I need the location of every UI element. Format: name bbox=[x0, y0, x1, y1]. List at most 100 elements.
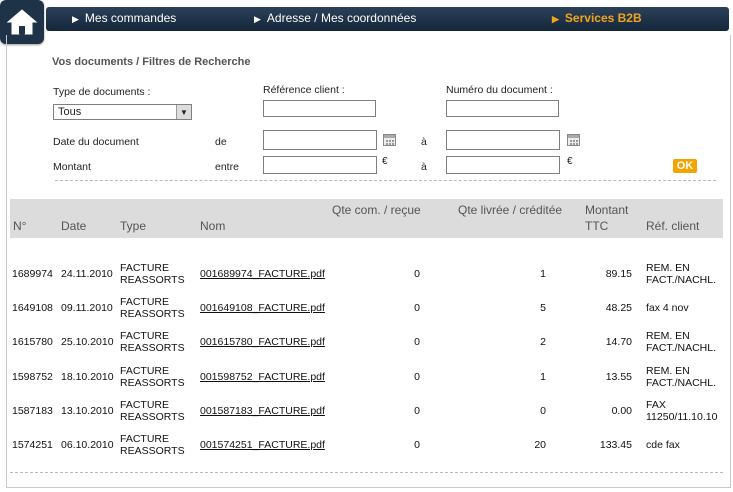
cell-num: 1649108 bbox=[12, 302, 53, 314]
cell-ref: FAX bbox=[646, 399, 666, 411]
calendar-icon[interactable] bbox=[567, 134, 580, 146]
cell-file-link[interactable]: 001587183_FACTURE.pdf bbox=[200, 405, 325, 417]
cell-qty-delivered: 1 bbox=[540, 268, 546, 280]
ref-label: Référence client : bbox=[263, 84, 345, 96]
calendar-icon[interactable] bbox=[383, 134, 396, 146]
nav-item-services-b2b[interactable]: ▶ Services B2B bbox=[552, 11, 642, 25]
col-header-amount-ttc: TTC bbox=[585, 219, 609, 233]
cell-file-link[interactable]: 001574251_FACTURE.pdf bbox=[200, 439, 325, 451]
top-nav-bar: ▶ Mes commandes ▶ Adresse / Mes coordonnée… bbox=[46, 7, 729, 31]
cell-type: REASSORTS bbox=[120, 342, 185, 354]
date-from-label: de bbox=[215, 136, 227, 148]
cell-qty-ordered: 0 bbox=[414, 439, 420, 451]
amount-to-label: à bbox=[421, 161, 427, 173]
cell-file-link[interactable]: 001689974_FACTURE.pdf bbox=[200, 268, 325, 280]
col-header-date: Date bbox=[61, 219, 87, 233]
date-to-label: à bbox=[421, 136, 427, 148]
cell-ref: REM. EN bbox=[646, 262, 690, 274]
client-reference-input[interactable] bbox=[263, 100, 376, 117]
col-header-amount: Montant bbox=[585, 203, 629, 217]
divider bbox=[10, 472, 723, 473]
cell-ref: fax 4 nov bbox=[646, 302, 689, 314]
cell-amount: 14.70 bbox=[605, 336, 632, 348]
cell-qty-delivered: 2 bbox=[540, 336, 546, 348]
divider bbox=[55, 180, 716, 181]
ok-button[interactable]: OK bbox=[673, 159, 697, 173]
cell-type: FACTURE bbox=[120, 399, 170, 411]
cell-num: 1689974 bbox=[12, 268, 53, 280]
cell-amount: 48.25 bbox=[605, 302, 632, 314]
cell-amount: 13.55 bbox=[605, 371, 632, 383]
cell-type: REASSORTS bbox=[120, 445, 185, 457]
amount-between-label: entre bbox=[215, 161, 239, 173]
col-header-name: Nom bbox=[200, 219, 226, 233]
cell-qty-ordered: 0 bbox=[414, 405, 420, 417]
date-label: Date du document bbox=[53, 136, 139, 148]
col-header-num: N° bbox=[13, 219, 27, 233]
cell-type: FACTURE bbox=[120, 296, 170, 308]
document-type-select[interactable]: Tous ▼ bbox=[53, 104, 192, 120]
table-header: N° Date Type Nom Qte com. / reçue Qte li… bbox=[10, 199, 723, 238]
euro-symbol: € bbox=[567, 156, 573, 167]
table-row: 1689974 24.11.2010 FACTURE REASSORTS 0016899… bbox=[10, 257, 723, 291]
cell-date: 24.11.2010 bbox=[61, 268, 113, 280]
cell-qty-delivered: 1 bbox=[540, 371, 546, 383]
cell-date: 06.10.2010 bbox=[61, 439, 114, 451]
cell-type: REASSORTS bbox=[120, 377, 185, 389]
chevron-right-icon: ▶ bbox=[552, 14, 559, 24]
cell-file-link[interactable]: 001615780_FACTURE.pdf bbox=[200, 336, 325, 348]
table-row: 1587183 13.10.2010 FACTURE REASSORTS 0015871… bbox=[10, 394, 723, 428]
chevron-right-icon: ▶ bbox=[254, 14, 261, 24]
cell-type: REASSORTS bbox=[120, 308, 185, 320]
date-to-input[interactable] bbox=[446, 130, 560, 150]
cell-amount: 133.45 bbox=[599, 439, 632, 451]
date-from-input[interactable] bbox=[263, 130, 377, 150]
cell-num: 1615780 bbox=[12, 336, 53, 348]
cell-qty-delivered: 5 bbox=[540, 302, 546, 314]
home-icon bbox=[6, 9, 38, 35]
cell-file-link[interactable]: 001649108_FACTURE.pdf bbox=[200, 302, 325, 314]
cell-qty-ordered: 0 bbox=[414, 371, 420, 383]
cell-ref: FACT./NACHL. bbox=[646, 377, 717, 389]
cell-type: FACTURE bbox=[120, 262, 170, 274]
num-label: Numéro du document : bbox=[446, 84, 553, 96]
section-title: Vos documents / Filtres de Recherche bbox=[52, 56, 251, 68]
cell-type: FACTURE bbox=[120, 330, 170, 342]
chevron-right-icon: ▶ bbox=[72, 14, 79, 24]
amount-to-input[interactable] bbox=[446, 156, 560, 174]
cell-qty-delivered: 20 bbox=[534, 439, 546, 451]
nav-item-adresse[interactable]: ▶ Adresse / Mes coordonnées bbox=[254, 11, 416, 25]
col-header-qty-delivered: Qte livrée / créditée bbox=[458, 203, 563, 217]
cell-amount: 0.00 bbox=[611, 405, 632, 417]
cell-type: FACTURE bbox=[120, 365, 170, 377]
table-row: 1649108 09.11.2010 FACTURE REASSORTS 0016491… bbox=[10, 291, 723, 325]
cell-num: 1587183 bbox=[12, 405, 53, 417]
cell-type: FACTURE bbox=[120, 433, 170, 445]
table-row: 1598752 18.10.2010 FACTURE REASSORTS 0015987… bbox=[10, 360, 723, 394]
nav-item-mes-commandes[interactable]: ▶ Mes commandes bbox=[72, 11, 176, 25]
cell-type: REASSORTS bbox=[120, 274, 185, 286]
cell-date: 18.10.2010 bbox=[61, 371, 114, 383]
cell-num: 1598752 bbox=[12, 371, 53, 383]
chevron-down-icon: ▼ bbox=[176, 105, 191, 119]
cell-type: REASSORTS bbox=[120, 411, 185, 423]
amount-label: Montant bbox=[53, 161, 91, 173]
document-number-input[interactable] bbox=[446, 100, 559, 117]
amount-from-input[interactable] bbox=[263, 156, 377, 174]
cell-ref: REM. EN bbox=[646, 365, 690, 377]
table-row: 1574251 06.10.2010 FACTURE REASSORTS 0015742… bbox=[10, 428, 723, 462]
col-header-type: Type bbox=[120, 219, 147, 233]
table-row: 1615780 25.10.2010 FACTURE REASSORTS 0016157… bbox=[10, 325, 723, 359]
cell-qty-ordered: 0 bbox=[414, 302, 420, 314]
cell-ref: REM. EN bbox=[646, 330, 690, 342]
cell-qty-ordered: 0 bbox=[414, 268, 420, 280]
cell-date: 25.10.2010 bbox=[61, 336, 114, 348]
cell-ref: FACT./NACHL. bbox=[646, 342, 717, 354]
cell-file-link[interactable]: 001598752_FACTURE.pdf bbox=[200, 371, 325, 383]
cell-amount: 89.15 bbox=[605, 268, 632, 280]
cell-ref: cde fax bbox=[646, 439, 680, 451]
cell-ref: 11250/11.10.10 bbox=[646, 411, 718, 423]
cell-qty-delivered: 0 bbox=[540, 405, 546, 417]
euro-symbol: € bbox=[382, 156, 388, 167]
cell-qty-ordered: 0 bbox=[414, 336, 420, 348]
